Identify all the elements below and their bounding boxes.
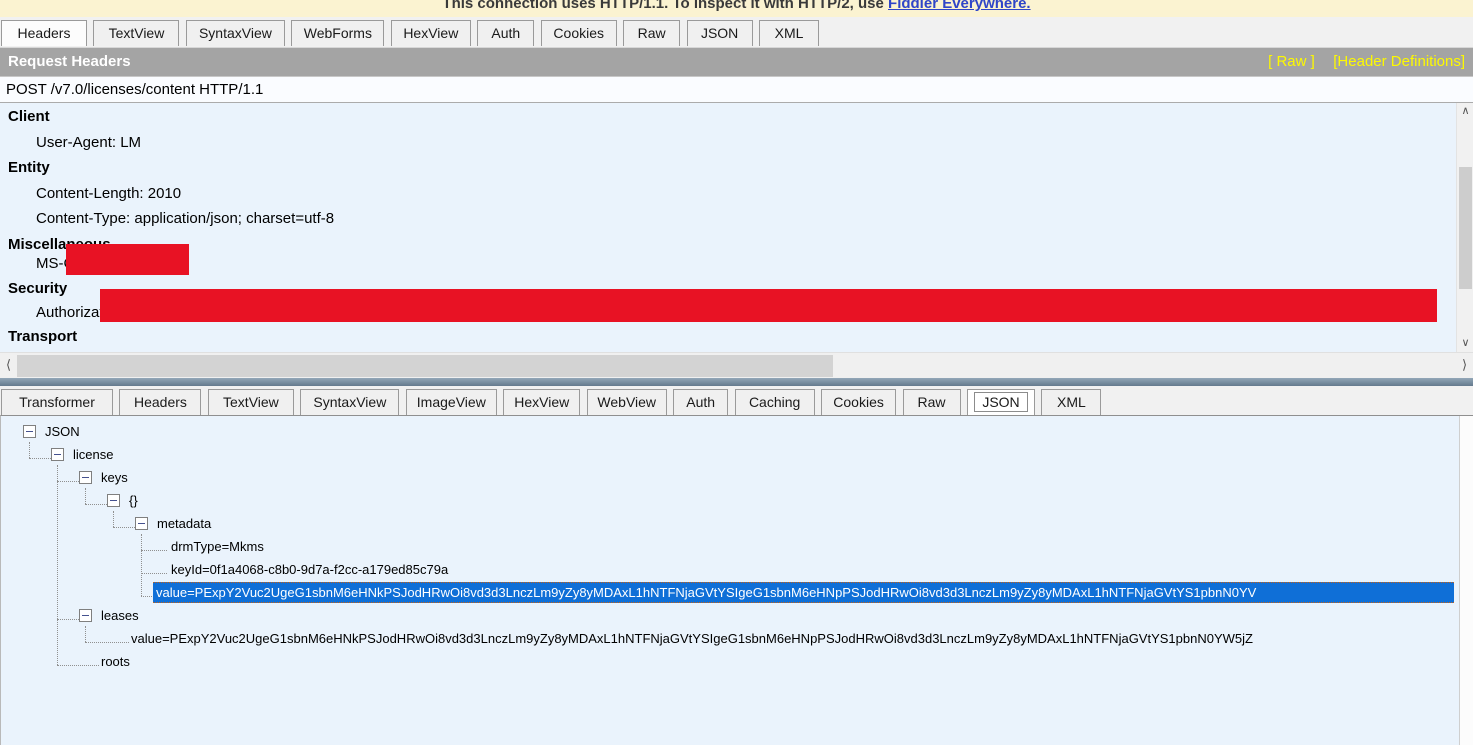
collapse-toggle-icon[interactable] <box>51 448 64 461</box>
request-tab-webforms[interactable]: WebForms <box>291 20 384 46</box>
scroll-left-arrow-icon[interactable]: ⟨ <box>0 353 17 379</box>
request-headers-title: Request Headers <box>0 53 131 70</box>
connection-info-banner: This connection uses HTTP/1.1. To inspec… <box>0 0 1473 17</box>
fiddler-inspector-window: This connection uses HTTP/1.1. To inspec… <box>0 0 1473 745</box>
header-item-content-length: Content-Length: 2010 <box>36 185 181 202</box>
response-tab-caching[interactable]: Caching <box>735 389 815 415</box>
request-headers-title-bar: Request Headers [ Raw ] [Header Definiti… <box>0 48 1473 76</box>
header-section-transport: Transport <box>8 328 77 345</box>
tree-node-object[interactable]: {} <box>1 489 1458 512</box>
collapse-toggle-icon[interactable] <box>135 517 148 530</box>
request-headers-list: Client User-Agent: LM Entity Content-Len… <box>0 103 1473 352</box>
connection-info-text: This connection uses HTTP/1.1. To inspec… <box>442 0 888 12</box>
header-section-entity: Entity <box>8 159 50 176</box>
request-pane-horizontal-scrollbar: ⟨ ⟩ <box>0 352 1473 378</box>
header-item-content-type: Content-Type: application/json; charset=… <box>36 210 334 227</box>
fiddler-everywhere-link[interactable]: Fiddler Everywhere. <box>888 0 1031 12</box>
redaction-authorization <box>100 289 1437 322</box>
tree-node-drmtype[interactable]: drmType=Mkms <box>1 535 1458 558</box>
raw-view-link[interactable]: [ Raw ] <box>1268 53 1315 70</box>
header-section-client: Client <box>8 108 50 125</box>
response-tab-xml[interactable]: XML <box>1041 389 1101 415</box>
response-tab-imageview[interactable]: ImageView <box>406 389 497 415</box>
collapse-toggle-icon[interactable] <box>79 471 92 484</box>
response-tab-hexview[interactable]: HexView <box>503 389 580 415</box>
horizontal-scrollbar-thumb[interactable] <box>17 355 833 377</box>
response-tab-syntaxview[interactable]: SyntaxView <box>300 389 399 415</box>
tree-node-keys[interactable]: keys <box>1 466 1458 489</box>
response-tab-webview[interactable]: WebView <box>587 389 667 415</box>
request-tab-raw[interactable]: Raw <box>623 20 680 46</box>
json-tree: JSON license keys {} metadata drmType=Mk… <box>1 420 1458 745</box>
response-tab-auth[interactable]: Auth <box>673 389 728 415</box>
tree-node-value-selected[interactable]: value=PExpY2Vuc2UgeG1sbnM6eHNkPSJodHRwOi… <box>1 581 1458 604</box>
scroll-up-arrow-icon[interactable]: ∧ <box>1457 103 1473 120</box>
collapse-toggle-icon[interactable] <box>23 425 36 438</box>
request-inspector-tabstrip: Headers TextView SyntaxView WebForms Hex… <box>0 17 1473 48</box>
request-tab-hexview[interactable]: HexView <box>391 20 471 46</box>
request-tab-headers[interactable]: Headers <box>1 20 87 46</box>
tree-node-json[interactable]: JSON <box>1 420 1458 443</box>
response-tab-json[interactable]: JSON <box>967 389 1035 415</box>
vertical-scrollbar-thumb[interactable] <box>1459 167 1472 289</box>
header-item-user-agent: User-Agent: LM <box>36 134 141 151</box>
redaction-ms-cv <box>66 244 189 275</box>
response-tab-transformer[interactable]: Transformer <box>1 389 113 415</box>
response-inspector-tabstrip: Transformer Headers TextView SyntaxView … <box>0 386 1473 415</box>
tree-node-leases[interactable]: leases <box>1 604 1458 627</box>
response-tab-cookies[interactable]: Cookies <box>821 389 896 415</box>
request-pane-vertical-scrollbar: ∧ ∨ <box>1456 103 1473 352</box>
request-tab-xml[interactable]: XML <box>759 20 819 46</box>
tree-node-metadata[interactable]: metadata <box>1 512 1458 535</box>
tree-node-roots[interactable]: roots <box>1 650 1458 673</box>
collapse-toggle-icon[interactable] <box>79 609 92 622</box>
header-section-security: Security <box>8 280 67 297</box>
pane-splitter[interactable] <box>0 378 1473 386</box>
response-tab-headers[interactable]: Headers <box>119 389 201 415</box>
response-json-pane: JSON license keys {} metadata drmType=Mk… <box>0 415 1473 745</box>
selected-value-highlight: value=PExpY2Vuc2UgeG1sbnM6eHNkPSJodHRwOi… <box>153 582 1454 603</box>
response-tab-textview[interactable]: TextView <box>208 389 294 415</box>
scroll-down-arrow-icon[interactable]: ∨ <box>1457 335 1473 352</box>
collapse-toggle-icon[interactable] <box>107 494 120 507</box>
request-tab-syntaxview[interactable]: SyntaxView <box>186 20 285 46</box>
request-tab-textview[interactable]: TextView <box>93 20 179 46</box>
tree-node-license[interactable]: license <box>1 443 1458 466</box>
tree-node-keyid[interactable]: keyId=0f1a4068-c8b0-9d7a-f2cc-a179ed85c7… <box>1 558 1458 581</box>
request-tab-cookies[interactable]: Cookies <box>541 20 617 46</box>
response-tab-raw[interactable]: Raw <box>903 389 961 415</box>
request-tab-auth[interactable]: Auth <box>477 20 534 46</box>
tree-node-leases-value[interactable]: value=PExpY2Vuc2UgeG1sbnM6eHNkPSJodHRwOi… <box>1 627 1458 650</box>
request-line: POST /v7.0/licenses/content HTTP/1.1 <box>0 76 1473 103</box>
scroll-right-arrow-icon[interactable]: ⟩ <box>1456 353 1473 379</box>
response-pane-vertical-scrollbar[interactable] <box>1459 416 1473 745</box>
request-tab-json[interactable]: JSON <box>687 20 753 46</box>
header-definitions-link[interactable]: [Header Definitions] <box>1333 53 1465 70</box>
